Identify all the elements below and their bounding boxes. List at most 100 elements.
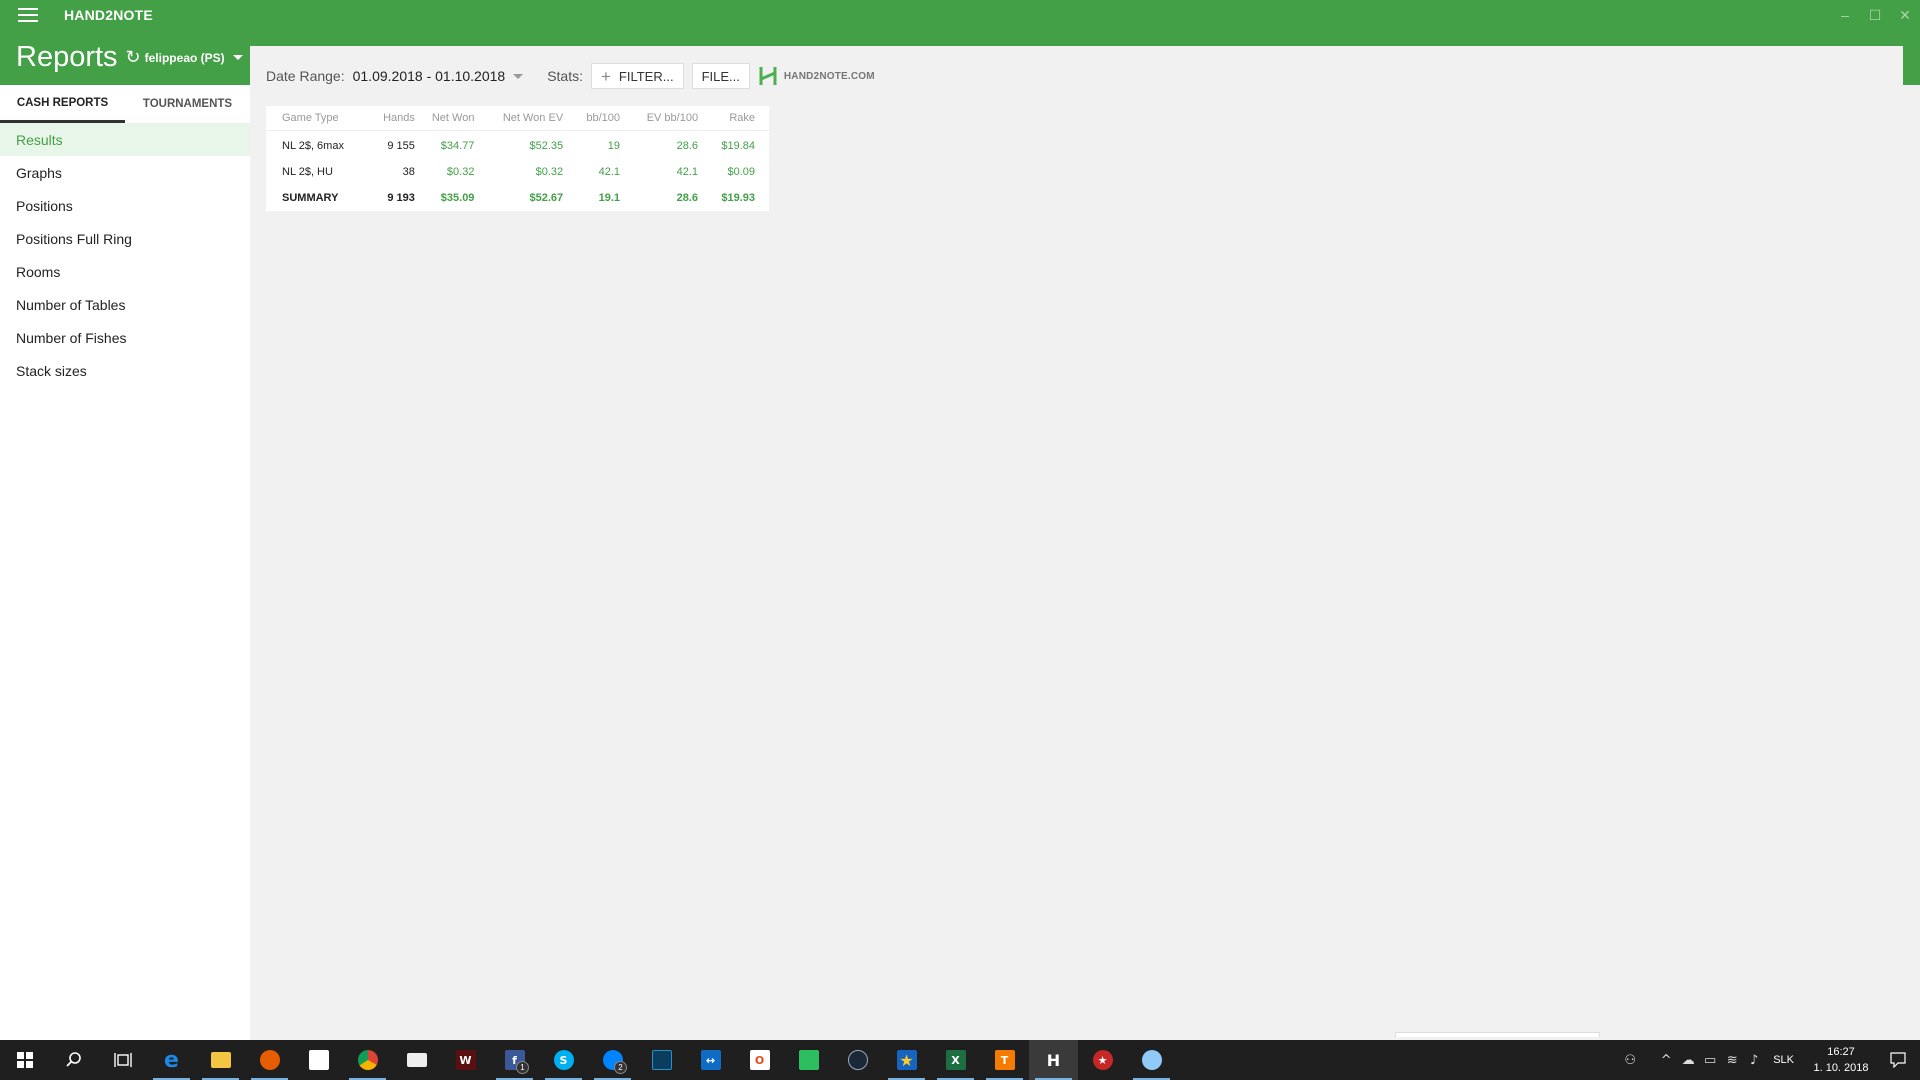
column-header[interactable]: Rake: [712, 106, 769, 131]
paint-icon[interactable]: [1127, 1040, 1176, 1080]
report-tabs: CASH REPORTS TOURNAMENTS: [0, 85, 250, 123]
chevron-down-icon: [232, 55, 243, 60]
column-header[interactable]: Game Type: [266, 106, 376, 131]
table-cell: 28.6: [676, 140, 699, 153]
steam-icon[interactable]: [833, 1040, 882, 1080]
firefox-icon[interactable]: [245, 1040, 294, 1080]
logo-text: HAND2NOTE.COM: [783, 70, 875, 82]
filter-button[interactable]: + FILTER...: [590, 63, 684, 89]
date-range-selector[interactable]: 01.09.2018 - 01.10.2018: [353, 68, 524, 84]
table-cell: 9 155: [387, 140, 415, 153]
chrome-icon[interactable]: [343, 1040, 392, 1080]
table-cell: 19: [607, 140, 621, 153]
scroll-indicator[interactable]: [1395, 1032, 1600, 1037]
table-cell: $0.32: [446, 165, 475, 178]
table-cell: SUMMARY: [282, 192, 339, 204]
column-header[interactable]: Hands: [375, 106, 421, 131]
table-cell: 42.1: [676, 165, 699, 178]
column-header[interactable]: EV bb/100: [634, 106, 713, 131]
game-icon[interactable]: W: [441, 1040, 490, 1080]
notification-badge: 1: [516, 1061, 529, 1074]
clock[interactable]: 16:27 1. 10. 2018: [1806, 1044, 1876, 1076]
messenger-icon[interactable]: 2: [588, 1040, 637, 1080]
facebook-icon[interactable]: f1: [490, 1040, 539, 1080]
page-title: Reports: [16, 41, 118, 73]
file-explorer-icon[interactable]: [196, 1040, 245, 1080]
column-header[interactable]: Net Won: [420, 106, 489, 131]
evernote-icon[interactable]: [784, 1040, 833, 1080]
clock-time: 16:27: [1827, 1046, 1855, 1058]
task-view-icon[interactable]: [98, 1040, 147, 1080]
file-button[interactable]: FILE...: [691, 63, 750, 89]
cloud-icon[interactable]: ☁: [1677, 1053, 1699, 1068]
column-header[interactable]: bb/100: [577, 106, 635, 131]
table-cell: NL 2$, HU: [282, 165, 333, 178]
notification-badge: 2: [614, 1061, 627, 1074]
sidebar: CASH REPORTS TOURNAMENTS Results Graphs …: [0, 85, 250, 1040]
table-cell: 9 193: [387, 192, 415, 204]
tab-cash-reports[interactable]: CASH REPORTS: [0, 85, 125, 123]
sidebar-item-rooms[interactable]: Rooms: [0, 255, 250, 288]
table-row[interactable]: NL 2$, 6max 9 155 $34.77 $52.35 19 28.6 …: [266, 130, 769, 158]
table-cell: $19.93: [721, 192, 755, 204]
summary-row: SUMMARY 9 193 $35.09 $52.67 19.1 28.6 $1…: [266, 185, 769, 211]
minimize-button[interactable]: –: [1830, 0, 1860, 30]
table-cell: $0.32: [535, 165, 564, 178]
star-app-icon[interactable]: ★: [882, 1040, 931, 1080]
volume-icon[interactable]: ♪: [1743, 1053, 1765, 1068]
main-panel: Date Range: 01.09.2018 - 01.10.2018 Stat…: [250, 46, 1903, 1040]
sidebar-item-graphs[interactable]: Graphs: [0, 156, 250, 189]
sidebar-item-stack-sizes[interactable]: Stack sizes: [0, 354, 250, 387]
search-icon[interactable]: [49, 1040, 98, 1080]
player-selector[interactable]: felippeao (PS): [145, 51, 243, 65]
table-header-row: Game Type Hands Net Won Net Won EV bb/10…: [266, 106, 769, 131]
table-cell: $0.09: [727, 165, 755, 178]
sidebar-item-number-of-fishes[interactable]: Number of Fishes: [0, 321, 250, 354]
table-cell: 19.1: [598, 192, 621, 204]
close-button[interactable]: ✕: [1890, 0, 1920, 30]
player-name: felippeao (PS): [144, 50, 225, 65]
title-bar: HAND2NOTE – ☐ ✕: [0, 0, 1920, 30]
table-cell: NL 2$, 6max: [282, 140, 344, 153]
edge-icon[interactable]: e: [147, 1040, 196, 1080]
maximize-button[interactable]: ☐: [1860, 0, 1890, 30]
app-icon[interactable]: [637, 1040, 686, 1080]
chevron-up-icon[interactable]: ^: [1655, 1053, 1677, 1068]
hand2note-icon[interactable]: H: [1029, 1040, 1078, 1080]
sidebar-item-number-of-tables[interactable]: Number of Tables: [0, 288, 250, 321]
column-header[interactable]: Net Won EV: [488, 106, 578, 131]
store-icon[interactable]: [294, 1040, 343, 1080]
mail-icon[interactable]: [392, 1040, 441, 1080]
skype-icon[interactable]: S: [539, 1040, 588, 1080]
window-controls: – ☐ ✕: [1830, 0, 1920, 30]
excel-icon[interactable]: X: [931, 1040, 980, 1080]
table-cell: $52.67: [529, 192, 564, 204]
report-toolbar: Date Range: 01.09.2018 - 01.10.2018 Stat…: [266, 63, 875, 89]
windows-start-icon[interactable]: [0, 1040, 49, 1080]
app-title: HAND2NOTE: [64, 7, 153, 23]
orange-app-icon[interactable]: T: [980, 1040, 1029, 1080]
table-cell: $52.35: [529, 140, 564, 153]
teamviewer-icon[interactable]: ↔: [686, 1040, 735, 1080]
sidebar-item-results[interactable]: Results: [0, 123, 250, 156]
notifications-icon[interactable]: [1876, 1040, 1920, 1080]
page-header: Reports ↻ felippeao (PS): [0, 30, 250, 85]
people-icon[interactable]: ⚇: [1619, 1053, 1641, 1068]
wifi-icon[interactable]: ≋: [1721, 1053, 1743, 1068]
table-cell: 42.1: [598, 165, 621, 178]
table-cell: 28.6: [676, 192, 699, 204]
table-cell: 38: [402, 165, 415, 178]
language-indicator[interactable]: SLK: [1773, 1054, 1794, 1066]
hand2note-logo[interactable]: HAND2NOTE.COM: [758, 65, 875, 87]
chevron-down-icon: [513, 73, 524, 79]
battery-icon[interactable]: ▭: [1699, 1053, 1721, 1068]
sidebar-item-positions[interactable]: Positions: [0, 189, 250, 222]
office-icon[interactable]: O: [735, 1040, 784, 1080]
sidebar-item-positions-full-ring[interactable]: Positions Full Ring: [0, 222, 250, 255]
menu-icon[interactable]: [18, 8, 38, 22]
pokerstars-icon[interactable]: ★: [1078, 1040, 1127, 1080]
filter-button-label: FILTER...: [618, 68, 674, 84]
table-row[interactable]: NL 2$, HU 38 $0.32 $0.32 42.1 42.1 $0.09: [266, 158, 769, 185]
tab-tournaments[interactable]: TOURNAMENTS: [125, 85, 250, 123]
refresh-icon[interactable]: ↻: [126, 47, 141, 68]
